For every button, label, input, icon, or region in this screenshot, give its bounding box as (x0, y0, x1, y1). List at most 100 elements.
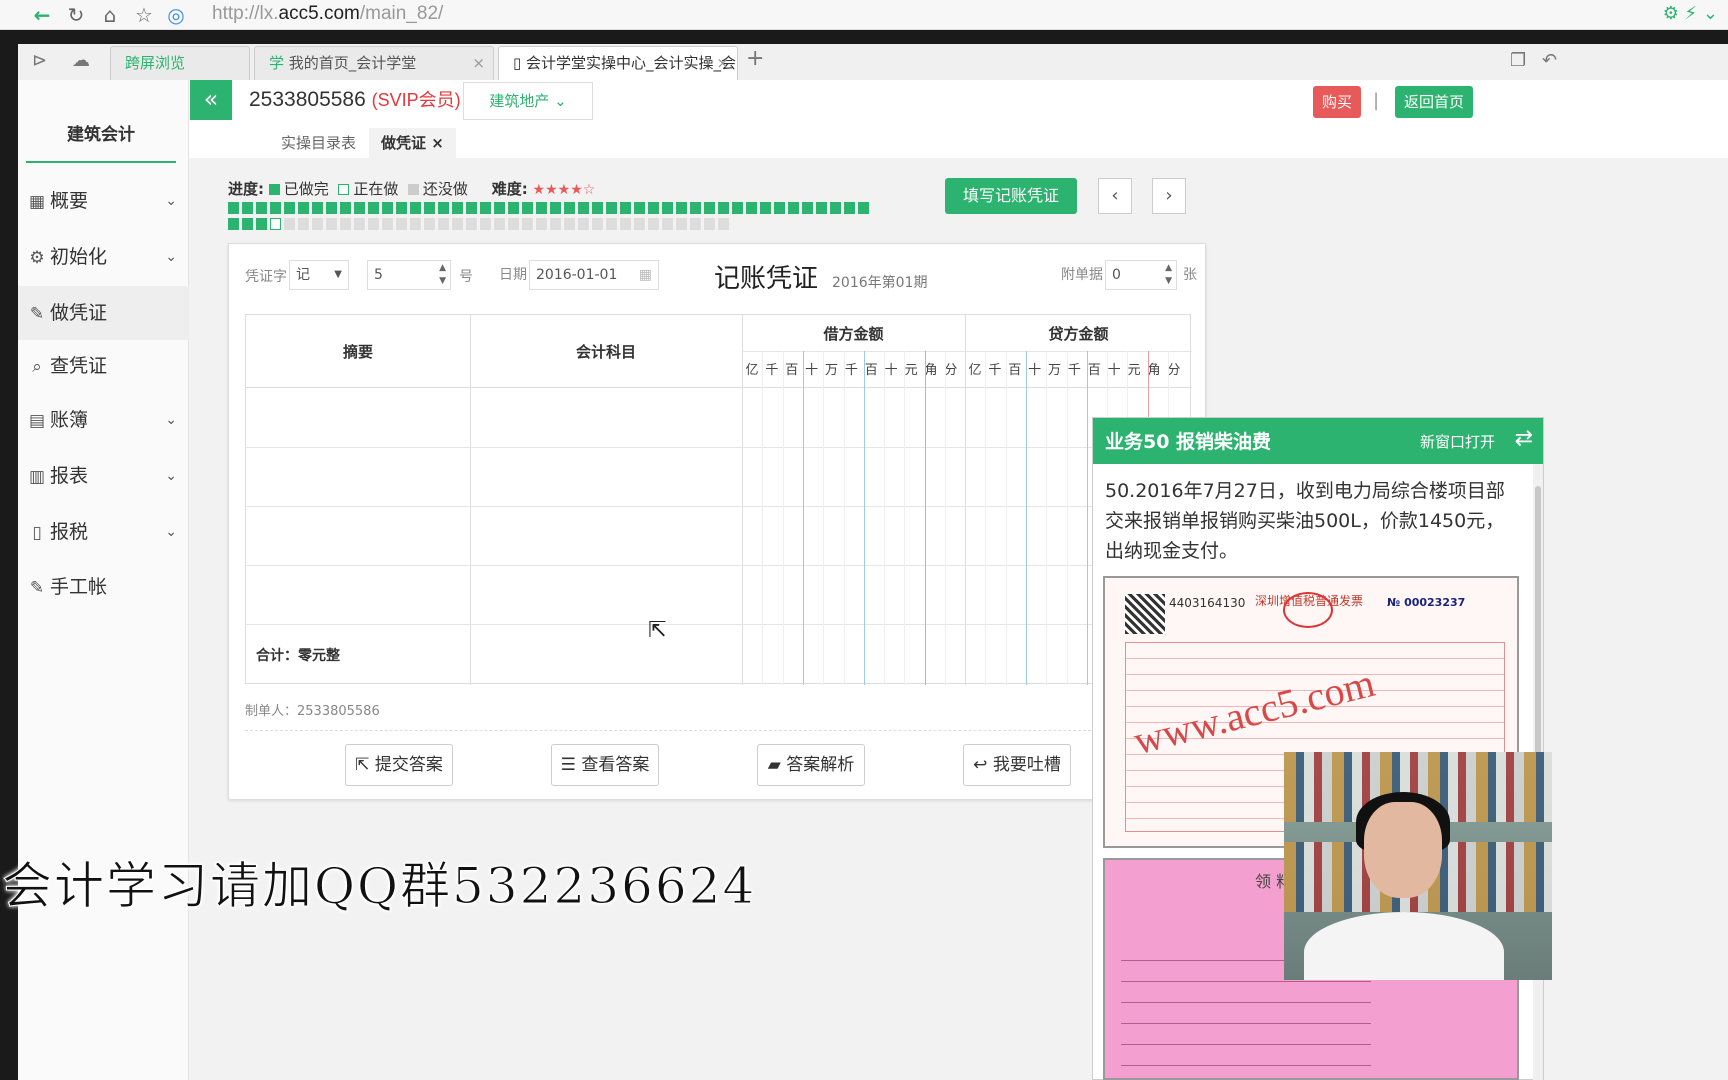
progress-cell[interactable] (256, 218, 267, 230)
tab-make-voucher[interactable]: 做凭证 × (369, 128, 456, 158)
next-button[interactable]: › (1152, 178, 1186, 214)
progress-cell[interactable] (452, 202, 463, 214)
progress-cell[interactable] (480, 218, 491, 230)
progress-cell[interactable] (368, 202, 379, 214)
progress-cell[interactable] (788, 202, 799, 214)
close-icon[interactable]: × (716, 47, 729, 79)
progress-cell[interactable] (284, 202, 295, 214)
progress-cell[interactable] (536, 218, 547, 230)
progress-cell[interactable] (228, 218, 239, 230)
sidebar-item-ledger[interactable]: ▤ 账簿 ⌄ (18, 393, 189, 447)
progress-cell[interactable] (326, 202, 337, 214)
progress-cell[interactable] (676, 202, 687, 214)
progress-cell[interactable] (690, 218, 701, 230)
sidebar-item-make-voucher[interactable]: ✎ 做凭证 (18, 286, 189, 340)
close-icon[interactable]: × (431, 134, 444, 152)
progress-cell[interactable] (830, 202, 841, 214)
sidebar-item-init[interactable]: ⚙ 初始化 ⌄ (18, 230, 189, 284)
scrollbar-thumb[interactable] (1535, 486, 1541, 786)
swap-icon[interactable]: ⇄ (1515, 426, 1533, 451)
close-icon[interactable]: × (472, 47, 485, 79)
progress-cell[interactable] (578, 218, 589, 230)
sidebar-item-tax[interactable]: ▯ 报税 ⌄ (18, 505, 189, 559)
progress-cell[interactable] (578, 202, 589, 214)
home-icon[interactable]: ⌂ (96, 2, 124, 28)
progress-cell[interactable] (718, 218, 729, 230)
view-answer-button[interactable]: ☰ 查看答案 (551, 744, 659, 786)
open-new-window-link[interactable]: 新窗口打开 (1420, 431, 1495, 452)
industry-dropdown[interactable]: 建筑地产 ⌄ (463, 82, 593, 120)
progress-cell[interactable] (438, 218, 449, 230)
stepper-icon[interactable]: ▲ ▼ (1165, 262, 1172, 288)
date-field[interactable]: 2016-01-01 ▦ (529, 260, 659, 290)
back-icon[interactable]: ← (28, 2, 56, 28)
progress-cell[interactable] (312, 218, 323, 230)
url-text[interactable]: http://lx.acc5.com/main_82/ (212, 3, 443, 25)
progress-cell[interactable] (592, 202, 603, 214)
progress-cell[interactable] (494, 218, 505, 230)
feedback-button[interactable]: ↩ 我要吐槽 (963, 744, 1071, 786)
new-tab-button[interactable]: + (746, 46, 764, 71)
progress-cell[interactable] (396, 218, 407, 230)
buy-button[interactable]: 购买 (1313, 86, 1361, 118)
progress-cell[interactable] (606, 218, 617, 230)
submit-answer-button[interactable]: ⇱ 提交答案 (345, 744, 453, 786)
attachment-stepper[interactable]: 0 ▲ ▼ (1105, 260, 1177, 290)
progress-cell[interactable] (634, 218, 645, 230)
cloud-icon[interactable]: ☁ (72, 50, 90, 71)
progress-cell[interactable] (508, 202, 519, 214)
progress-cell[interactable] (382, 202, 393, 214)
progress-cell[interactable] (522, 202, 533, 214)
progress-cell[interactable] (270, 202, 281, 214)
progress-cell[interactable] (228, 202, 239, 214)
progress-cell[interactable] (844, 202, 855, 214)
progress-cell[interactable] (396, 202, 407, 214)
progress-cell[interactable] (466, 218, 477, 230)
sidebar-toggle-icon[interactable]: ⊳ (32, 50, 47, 71)
progress-cell[interactable] (858, 202, 869, 214)
prev-button[interactable]: ‹ (1098, 178, 1132, 214)
progress-cell[interactable] (452, 218, 463, 230)
progress-cell[interactable] (522, 218, 533, 230)
progress-cell[interactable] (760, 202, 771, 214)
refresh-icon[interactable]: ↻ (62, 2, 90, 28)
progress-cell[interactable] (326, 218, 337, 230)
progress-cell[interactable] (298, 202, 309, 214)
progress-cell[interactable] (256, 202, 267, 214)
progress-cell[interactable] (298, 218, 309, 230)
progress-cell[interactable] (494, 202, 505, 214)
progress-cell[interactable] (774, 202, 785, 214)
progress-cell[interactable] (340, 218, 351, 230)
progress-cell[interactable] (620, 202, 631, 214)
progress-cell[interactable] (620, 218, 631, 230)
sidebar-item-report[interactable]: ▥ 报表 ⌄ (18, 449, 189, 503)
sidebar-item-overview[interactable]: ▦ 概要 ⌄ (18, 174, 189, 228)
tab-my-home[interactable]: 学 我的首页_会计学堂 × (254, 46, 494, 80)
progress-cell[interactable] (312, 202, 323, 214)
progress-cell[interactable] (704, 218, 715, 230)
calendar-icon[interactable]: ▦ (639, 261, 652, 289)
progress-cell[interactable] (270, 218, 281, 230)
progress-cell[interactable] (354, 218, 365, 230)
progress-cell[interactable] (662, 218, 673, 230)
progress-cell[interactable] (592, 218, 603, 230)
extension-icon[interactable]: ⚙ ⚡ ⌄ (1663, 3, 1718, 24)
return-home-button[interactable]: 返回首页 (1395, 86, 1473, 118)
progress-cell[interactable] (676, 218, 687, 230)
progress-cell[interactable] (746, 202, 757, 214)
tab-practice-list[interactable]: 实操目录表 (269, 128, 368, 158)
undo-icon[interactable]: ↶ (1542, 50, 1557, 71)
progress-cell[interactable] (466, 202, 477, 214)
progress-cell[interactable] (242, 218, 253, 230)
progress-cell[interactable] (732, 202, 743, 214)
progress-cell[interactable] (368, 218, 379, 230)
progress-cell[interactable] (802, 202, 813, 214)
progress-cell[interactable] (648, 202, 659, 214)
sidebar-item-query-voucher[interactable]: ⌕ 查凭证 (18, 339, 189, 393)
progress-cell[interactable] (340, 202, 351, 214)
progress-cell[interactable] (606, 202, 617, 214)
progress-cell[interactable] (816, 202, 827, 214)
fill-voucher-button[interactable]: 填写记账凭证 (945, 178, 1077, 214)
star-icon[interactable]: ☆ (130, 2, 158, 28)
progress-cell[interactable] (634, 202, 645, 214)
